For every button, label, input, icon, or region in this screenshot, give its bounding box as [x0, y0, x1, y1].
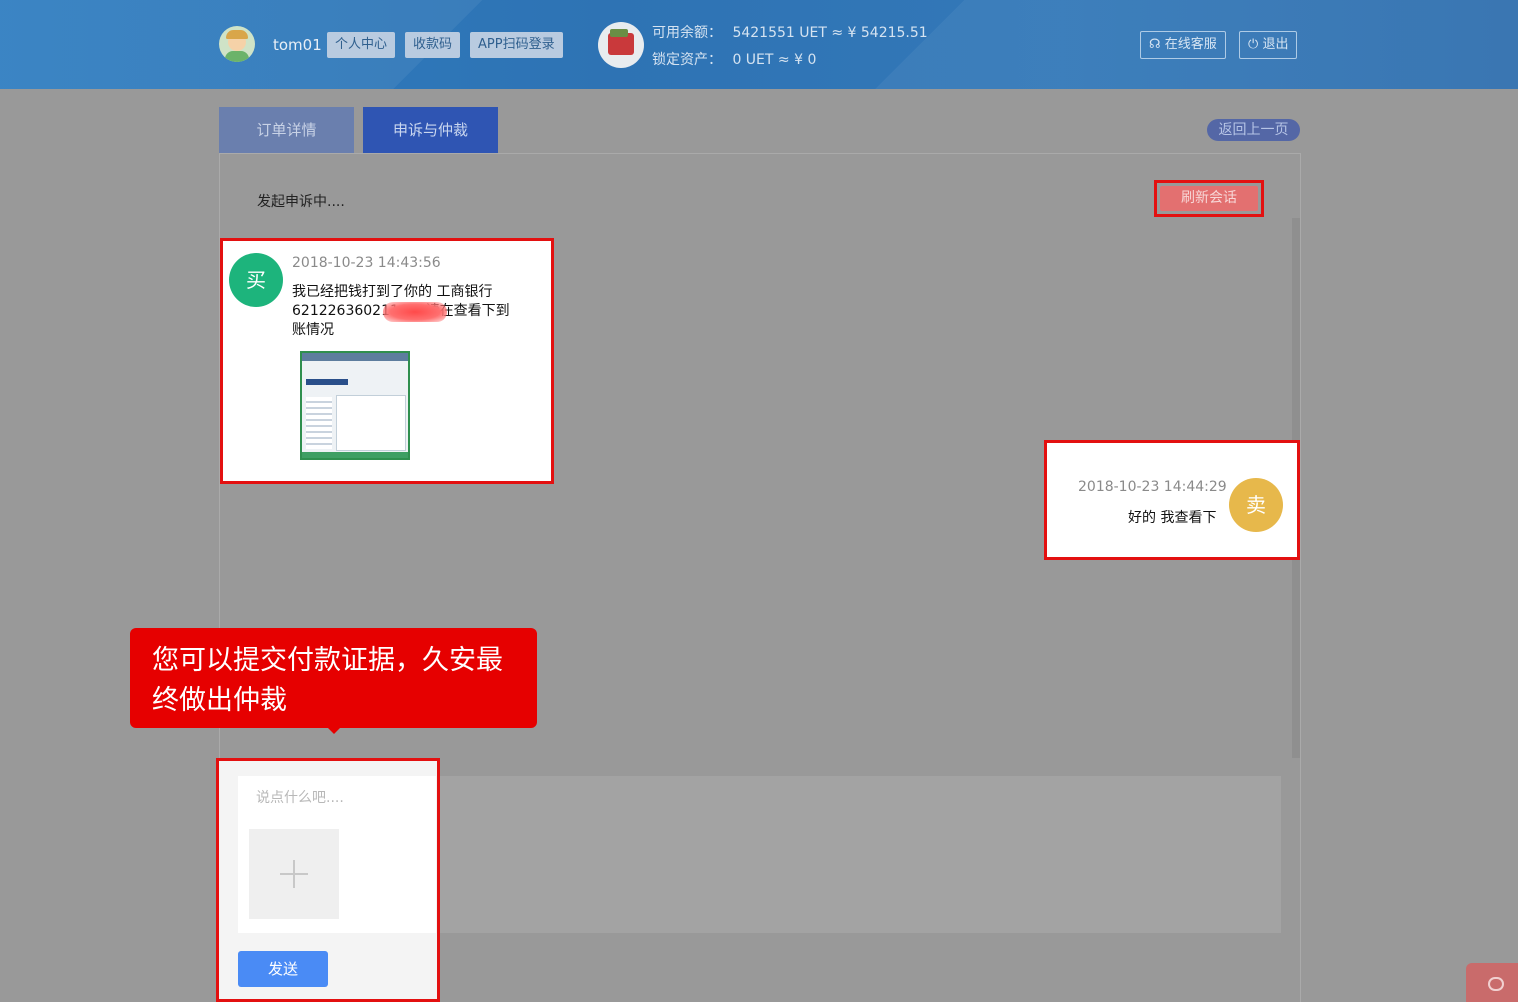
- tab-appeal-arbitration[interactable]: 申诉与仲裁: [363, 107, 498, 153]
- logout-label: 退出: [1262, 37, 1289, 52]
- payment-code-button[interactable]: 收款码: [405, 32, 461, 58]
- locked-assets-label: 锁定资产：: [652, 52, 722, 68]
- locked-assets: 锁定资产： 0 UET ≈ ¥ 0: [652, 49, 816, 69]
- buyer-avatar: 买: [229, 253, 283, 307]
- tab-order-detail[interactable]: 订单详情: [219, 107, 354, 153]
- available-balance-label: 可用余额：: [652, 25, 722, 41]
- locked-assets-value: 0 UET ≈ ¥ 0: [732, 52, 817, 68]
- appeal-status-text: 发起申诉中....: [257, 194, 345, 210]
- redaction-mark: [383, 302, 447, 322]
- buyer-message-time: 2018-10-23 14:43:56: [292, 255, 441, 271]
- seller-message-time: 2018-10-23 14:44:29: [1078, 479, 1227, 495]
- logout-button[interactable]: ⏻ 退出: [1239, 31, 1298, 59]
- payment-screenshot-thumbnail[interactable]: [300, 351, 410, 460]
- wallet-icon: [598, 22, 644, 68]
- headset-icon: ☊: [1149, 37, 1161, 52]
- available-balance-value: 5421551 UET ≈ ¥ 54215.51: [732, 25, 928, 41]
- available-balance: 可用余额： 5421551 UET ≈ ¥ 54215.51: [652, 22, 928, 42]
- upload-image-button[interactable]: [249, 829, 339, 919]
- personal-center-button[interactable]: 个人中心: [327, 32, 396, 58]
- online-service-button[interactable]: ☊ 在线客服: [1140, 31, 1226, 59]
- send-button[interactable]: 发送: [238, 951, 328, 987]
- seller-avatar: 卖: [1229, 478, 1283, 532]
- username: tom01: [273, 36, 322, 54]
- tooltip-arrow: [326, 726, 342, 734]
- seller-message-text: 好的 我查看下: [1128, 510, 1217, 526]
- evidence-tooltip-text: 您可以提交付款证据，久安最终做出仲裁: [152, 645, 503, 716]
- message-input-placeholder: 说点什么吧....: [256, 790, 344, 806]
- back-button[interactable]: 返回上一页: [1207, 119, 1300, 141]
- online-service-label: 在线客服: [1164, 37, 1217, 52]
- floating-chat-button[interactable]: [1466, 963, 1518, 1002]
- refresh-session-button[interactable]: 刷新会话: [1160, 186, 1258, 211]
- chat-bubble-icon: [1488, 977, 1504, 991]
- power-icon: ⏻: [1248, 37, 1259, 52]
- app-qr-login-button[interactable]: APP扫码登录: [470, 32, 563, 58]
- user-avatar[interactable]: [219, 26, 255, 62]
